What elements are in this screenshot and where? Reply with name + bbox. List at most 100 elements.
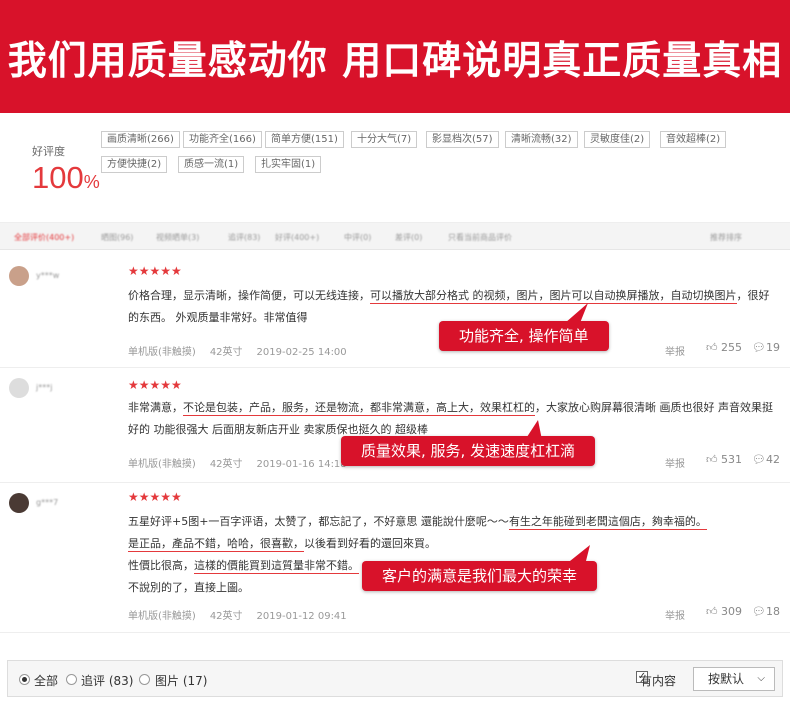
tag-item[interactable]: 方便快捷(2)	[101, 156, 168, 173]
like-count: 309	[721, 605, 742, 618]
tag-item[interactable]: 灵敏度佳(2)	[584, 131, 651, 148]
review-line: 是正品，產品不錯，哈哈，很喜歡，以後看到好看的還回來買。	[128, 533, 778, 555]
review-date: 2019-01-16 14:18	[256, 459, 347, 470]
rating-number: 100	[32, 160, 84, 195]
reply-button[interactable]: 💬︎19	[752, 341, 780, 354]
like-count: 531	[721, 453, 742, 466]
rating-unit: %	[83, 172, 100, 192]
highlighted-text: 是正品，產品不錯，哈哈，很喜歡，	[128, 537, 304, 552]
tab-all[interactable]: 全部评价(400+)	[14, 232, 74, 243]
comment-icon: 💬︎	[752, 605, 766, 618]
star-rating: ★★★★★	[128, 264, 182, 278]
review-text-part: 性價比很高，	[128, 559, 194, 572]
top-banner: 我们用质量感动你 用口碑说明真正质量真相	[0, 0, 790, 113]
tab-videos[interactable]: 视频晒单(3)	[156, 232, 199, 243]
comment-icon: 💬︎	[752, 341, 766, 354]
banner-title: 我们用质量感动你 用口碑说明真正质量真相	[7, 39, 783, 84]
tag-item[interactable]: 扎实牢固(1)	[255, 156, 322, 173]
review-text-part: 五星好评+5图+一百字评语，太赞了，都忘記了，不好意思 還能說什麼呢～～	[128, 515, 509, 528]
reply-button[interactable]: 💬︎42	[752, 453, 780, 466]
review-date: 2019-02-25 14:00	[256, 347, 347, 358]
review-text: 非常满意，不论是包装，产品，服务，还是物流，都非常满意，高上大，效果杠杠的，大家…	[128, 397, 778, 441]
review-tabs-bar: 全部评价(400+) 晒图(96) 视频晒单(3) 追评(83) 好评(400+…	[0, 222, 790, 250]
tab-photos[interactable]: 晒图(96)	[101, 232, 133, 243]
report-link[interactable]: 举报	[665, 343, 685, 358]
sort-select-value: 按默认	[708, 672, 745, 686]
reply-count: 42	[765, 453, 780, 466]
review-item: g***7 ★★★★★ 五星好评+5图+一百字评语，太赞了，都忘記了，不好意思 …	[0, 483, 790, 633]
tag-item[interactable]: 质感一流(1)	[178, 156, 245, 173]
has-content-label: 有内容	[640, 674, 677, 688]
reply-count: 18	[765, 605, 780, 618]
reviewer-name: y***w	[36, 271, 60, 280]
device-type: 单机版(非触摸)	[128, 611, 196, 622]
like-button[interactable]: 👍︎ 531	[706, 453, 742, 466]
review-date: 2019-01-12 09:41	[256, 611, 347, 622]
like-button[interactable]: 👍︎ 309	[706, 605, 742, 618]
review-text-part: 价格合理，显示清晰，操作简便，可以无线连接，	[128, 289, 370, 302]
star-rating: ★★★★★	[128, 378, 182, 392]
filter-label-images: 图片 (17)	[155, 674, 208, 688]
filter-label-all: 全部	[34, 674, 59, 688]
tab-positive[interactable]: 好评(400+)	[275, 232, 319, 243]
review-text-part: 以後看到好看的還回來買。	[304, 537, 436, 550]
highlighted-text: 不论是包装，产品，服务，还是物流，都非常满意，高上大，效果杠杠的	[183, 401, 535, 416]
comment-icon: 💬︎	[752, 453, 766, 466]
callout-badge: 客户的满意是我们最大的荣幸	[362, 561, 598, 591]
chevron-down-icon: ⌵	[757, 673, 765, 684]
tag-item[interactable]: 音效超棒(2)	[660, 131, 727, 148]
callout-pointer	[565, 545, 590, 565]
avatar	[9, 493, 29, 513]
callout-badge: 功能齐全, 操作简单	[439, 321, 609, 351]
report-link[interactable]: 举报	[665, 607, 685, 622]
like-button[interactable]: 👍︎ 255	[706, 341, 742, 354]
thumb-up-icon: 👍︎	[706, 453, 718, 466]
sort-dropdown[interactable]: 推荐排序	[710, 232, 742, 243]
rating-box: 好评度	[32, 143, 65, 159]
tab-followup[interactable]: 追评(83)	[228, 232, 260, 243]
review-meta: 单机版(非触摸) 42英寸 2019-01-12 09:41	[128, 607, 361, 622]
tag-item[interactable]: 功能齐全(166)	[183, 131, 262, 148]
screen-size: 42英寸	[209, 459, 243, 470]
filter-label-followup: 追评 (83)	[81, 674, 134, 688]
tag-item[interactable]: 简单方便(151)	[265, 131, 344, 148]
highlighted-text: 有生之年能碰到老闆這個店，夠幸福的。	[508, 515, 707, 530]
review-meta: 单机版(非触摸) 42英寸 2019-02-25 14:00	[128, 343, 361, 358]
current-product-only-checkbox[interactable]: 只看当前商品评价	[448, 232, 512, 243]
callout-badge: 质量效果, 服务, 发速速度杠杠滴	[341, 436, 596, 466]
avatar	[9, 266, 29, 286]
device-type: 单机版(非触摸)	[128, 459, 196, 470]
reply-count: 19	[765, 341, 780, 354]
reviewer-name: j***j	[36, 383, 53, 392]
callout-pointer	[525, 420, 542, 440]
bottom-filter-bar: 全部 追评 (83) 图片 (17) ✓ 有内容 按默认 ⌵	[7, 660, 783, 697]
highlighted-text: 可以播放大部分格式 的视频，图片，图片可以自动换屏播放，自动切换图片	[370, 289, 737, 304]
tag-item[interactable]: 画质清晰(266)	[101, 131, 180, 148]
review-line: 五星好评+5图+一百字评语，太赞了，都忘記了，不好意思 還能說什麼呢～～有生之年…	[128, 511, 778, 533]
screen-size: 42英寸	[209, 347, 243, 358]
reply-button[interactable]: 💬︎18	[752, 605, 780, 618]
radio-all[interactable]	[19, 674, 30, 685]
device-type: 单机版(非触摸)	[128, 347, 196, 358]
avatar	[9, 378, 29, 398]
rating-value: 100%	[32, 160, 100, 196]
review-item: y***w ★★★★★ 价格合理，显示清晰，操作简便，可以无线连接，可以播放大部…	[0, 250, 790, 368]
sort-select[interactable]: 按默认 ⌵	[693, 667, 775, 691]
reviewer-name: g***7	[36, 498, 59, 507]
tab-neutral[interactable]: 中评(0)	[344, 232, 371, 243]
thumb-up-icon: 👍︎	[706, 341, 718, 354]
rating-label: 好评度	[32, 145, 65, 158]
tab-negative[interactable]: 差评(0)	[395, 232, 422, 243]
review-meta: 单机版(非触摸) 42英寸 2019-01-16 14:18	[128, 455, 361, 470]
report-link[interactable]: 举报	[665, 455, 685, 470]
tag-item[interactable]: 影显档次(57)	[426, 131, 499, 148]
radio-followup[interactable]	[66, 674, 77, 685]
tag-item[interactable]: 十分大气(7)	[351, 131, 418, 148]
like-count: 255	[721, 341, 742, 354]
radio-images[interactable]	[139, 674, 150, 685]
review-text-part: 非常满意，	[128, 401, 183, 414]
tag-item[interactable]: 清晰流畅(32)	[505, 131, 578, 148]
star-rating: ★★★★★	[128, 490, 182, 504]
callout-pointer	[565, 303, 588, 323]
highlighted-text: 這樣的價能買到這質量非常不錯。	[194, 559, 359, 574]
